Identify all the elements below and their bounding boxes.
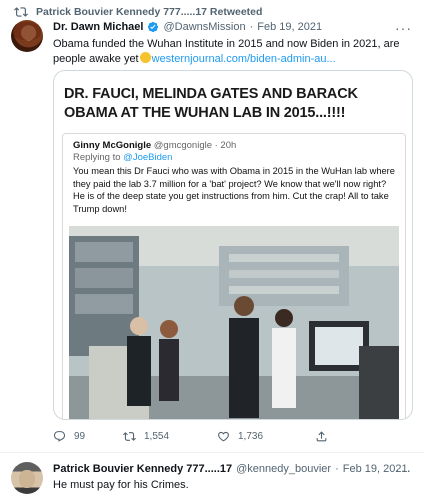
- reply-icon: [53, 430, 66, 442]
- retweet-icon: [123, 431, 136, 441]
- reply-count: 99: [74, 430, 86, 442]
- tweet-text-line2: people awake yet: [53, 53, 139, 65]
- lab-photo: [69, 226, 399, 419]
- replying-prefix: Replying to: [73, 152, 121, 163]
- retweet-count: 1,554: [144, 430, 170, 442]
- quoted-author-name: Ginny McGonigle: [73, 140, 152, 151]
- lab-photo-illustration: [69, 226, 399, 419]
- share-icon: [316, 430, 327, 441]
- retweet-icon: [14, 7, 28, 17]
- avatar-hair: [13, 22, 41, 40]
- verified-badge-icon: [148, 21, 159, 33]
- media-card[interactable]: DR. FAUCI, MELINDA GATES AND BARACK OBAM…: [53, 70, 413, 420]
- more-options-icon[interactable]: ···: [395, 462, 412, 478]
- quoted-tweet-screenshot: Ginny McGonigle @gmcgonigle · 20h Replyi…: [62, 133, 406, 419]
- like-button[interactable]: 1,736: [217, 430, 263, 443]
- retweet-button[interactable]: 1,554: [123, 430, 169, 443]
- retweet-banner[interactable]: Patrick Bouvier Kennedy 777.....17 Retwe…: [14, 4, 262, 20]
- quoted-text: You mean this Dr Fauci who was with Obam…: [73, 166, 395, 214]
- tweet-link[interactable]: westernjournal.com/biden-admin-au...: [152, 53, 336, 65]
- heart-icon: [218, 431, 229, 441]
- author-handle[interactable]: @DawnsMission: [163, 21, 245, 33]
- author-name[interactable]: Patrick Bouvier Kennedy 777.....17: [53, 463, 232, 475]
- meme-title: DR. FAUCI, MELINDA GATES AND BARACK OBAM…: [64, 86, 358, 121]
- separator-dot: ·: [335, 463, 339, 475]
- author-handle[interactable]: @kennedy_bouvier: [236, 463, 331, 475]
- tweet-divider: [0, 452, 424, 453]
- quoted-replying-to: Replying to @JoeBiden: [73, 152, 172, 163]
- author-name[interactable]: Dr. Dawn Michael: [53, 21, 143, 33]
- avatar[interactable]: [11, 462, 43, 494]
- reply-button[interactable]: 99: [53, 430, 85, 443]
- share-button[interactable]: [315, 430, 328, 443]
- tweet-text-line1: Obama funded the Wuhan Institute in 2015…: [53, 38, 400, 50]
- avatar-face: [19, 470, 35, 488]
- avatar[interactable]: [11, 20, 43, 52]
- retweet-banner-text: Patrick Bouvier Kennedy 777.....17 Retwe…: [36, 6, 263, 18]
- more-options-icon[interactable]: ···: [395, 20, 412, 36]
- tweet-header: Patrick Bouvier Kennedy 777.....17 @kenn…: [53, 463, 408, 475]
- quoted-handle: @gmcgonigle · 20h: [153, 140, 237, 151]
- replying-handle: @JoeBiden: [123, 152, 173, 163]
- like-count: 1,736: [238, 430, 264, 442]
- tweet-text: Obama funded the Wuhan Institute in 2015…: [53, 37, 413, 67]
- tweet-header: Dr. Dawn Michael @DawnsMission · Feb 19,…: [53, 21, 322, 33]
- separator-dot: ·: [249, 21, 254, 33]
- tweet-date[interactable]: Feb 19, 2021: [257, 21, 322, 33]
- thinking-face-icon: [139, 52, 151, 63]
- action-bar: 99 1,554 1,736: [53, 428, 413, 444]
- tweet-text: He must pay for his Crimes.: [53, 479, 189, 491]
- quoted-header: Ginny McGonigle @gmcgonigle · 20h: [73, 140, 236, 151]
